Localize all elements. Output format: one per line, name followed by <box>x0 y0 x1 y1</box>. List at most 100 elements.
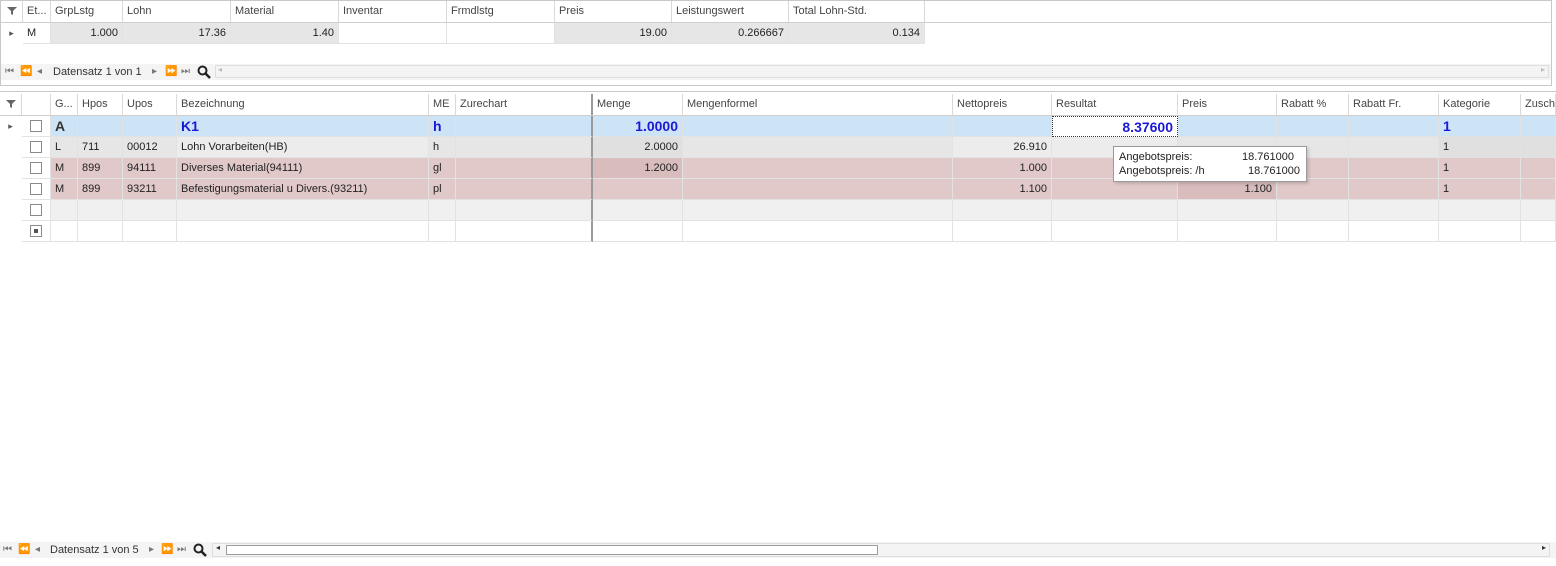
scroll-right-icon[interactable]: ▸ <box>1542 543 1546 552</box>
cell-preis[interactable] <box>1178 116 1277 137</box>
cell-bezeichnung[interactable]: Diverses Material(94111) <box>177 158 429 179</box>
col-header-zurechart[interactable]: Zurechart <box>456 94 593 115</box>
table-row[interactable] <box>0 221 1556 242</box>
next-page-icon[interactable]: ⏩ <box>165 64 177 80</box>
cell-hpos[interactable]: 899 <box>78 179 123 200</box>
cell-kategorie[interactable]: 1 <box>1439 116 1521 137</box>
col-header-leistungswert[interactable]: Leistungswert <box>672 1 789 22</box>
cell-g[interactable]: A <box>51 116 78 137</box>
table-row[interactable]: L 711 00012 Lohn Vorarbeiten(HB) h 2.0000 26.9… <box>0 137 1556 158</box>
cell-mengenformel[interactable] <box>683 200 953 221</box>
cell-upos[interactable] <box>123 200 177 221</box>
cell-rabatt-prozent[interactable] <box>1277 221 1349 242</box>
col-header-rabatt-prozent[interactable]: Rabatt % <box>1277 94 1349 115</box>
cell-me[interactable] <box>429 221 456 242</box>
col-header-grplstg[interactable]: GrpLstg <box>51 1 123 22</box>
scroll-left-icon[interactable]: ◂ <box>216 543 220 552</box>
cell-mengenformel[interactable] <box>683 137 953 158</box>
col-header-upos[interactable]: Upos <box>123 94 177 115</box>
cell-upos[interactable] <box>123 116 177 137</box>
cell-mengenformel[interactable] <box>683 221 953 242</box>
filter-icon[interactable] <box>1 1 23 22</box>
cell-preis[interactable]: 19.00 <box>555 23 672 44</box>
row-checkbox[interactable] <box>30 183 42 195</box>
cell-zurechart[interactable] <box>456 116 593 137</box>
cell-bezeichnung[interactable]: K1 <box>177 116 429 137</box>
cell-zurechart[interactable] <box>456 137 593 158</box>
cell-g[interactable]: M <box>51 179 78 200</box>
last-icon[interactable]: ⏭ <box>177 542 186 558</box>
cell-menge[interactable]: 1.0000 <box>593 116 683 137</box>
table-row[interactable] <box>0 200 1556 221</box>
cell-preis[interactable] <box>1178 221 1277 242</box>
cell-me[interactable]: h <box>429 137 456 158</box>
cell-g[interactable]: L <box>51 137 78 158</box>
col-header-g[interactable]: G... <box>51 94 78 115</box>
cell-resultat[interactable]: 8.37600 <box>1052 116 1178 137</box>
prev-page-icon[interactable]: ⏪ <box>20 64 32 80</box>
cell-et[interactable]: M <box>23 23 51 44</box>
row-checkbox[interactable] <box>30 120 42 132</box>
col-header-frmdlstg[interactable]: Frmdlstg <box>447 1 555 22</box>
col-header-bezeichnung[interactable]: Bezeichnung <box>177 94 429 115</box>
first-icon[interactable]: ⏮ <box>3 542 12 558</box>
scroll-right-icon[interactable]: ▸ <box>1541 65 1545 74</box>
cell-grplstg[interactable]: 1.000 <box>51 23 123 44</box>
cell-preis[interactable] <box>1178 200 1277 221</box>
cell-upos[interactable]: 00012 <box>123 137 177 158</box>
cell-rabatt-fr[interactable] <box>1349 158 1439 179</box>
cell-hpos[interactable]: 711 <box>78 137 123 158</box>
row-checkbox[interactable] <box>30 204 42 216</box>
table-row[interactable]: ▸ M 1.000 17.36 1.40 19.00 0.266667 0.13… <box>1 23 925 44</box>
cell-upos[interactable]: 93211 <box>123 179 177 200</box>
cell-frmdlstg[interactable] <box>447 23 555 44</box>
cell-zusch[interactable] <box>1521 200 1556 221</box>
col-header-resultat[interactable]: Resultat <box>1052 94 1178 115</box>
col-header-preis[interactable]: Preis <box>1178 94 1277 115</box>
next-icon[interactable]: ▸ <box>149 542 154 558</box>
cell-mengenformel[interactable] <box>683 179 953 200</box>
cell-nettopreis[interactable] <box>953 116 1052 137</box>
cell-rabatt-prozent[interactable] <box>1277 116 1349 137</box>
cell-material[interactable]: 1.40 <box>231 23 339 44</box>
cell-menge[interactable] <box>593 179 683 200</box>
cell-zurechart[interactable] <box>456 158 593 179</box>
cell-nettopreis[interactable] <box>953 221 1052 242</box>
cell-rabatt-prozent[interactable] <box>1277 200 1349 221</box>
filter-icon[interactable] <box>0 94 22 115</box>
cell-hpos[interactable] <box>78 200 123 221</box>
cell-bezeichnung[interactable]: Befestigungsmaterial u Divers.(93211) <box>177 179 429 200</box>
cell-lohn[interactable]: 17.36 <box>123 23 231 44</box>
col-header-rabatt-fr[interactable]: Rabatt Fr. <box>1349 94 1439 115</box>
cell-nettopreis[interactable]: 26.910 <box>953 137 1052 158</box>
cell-menge[interactable] <box>593 221 683 242</box>
col-header-hpos[interactable]: Hpos <box>78 94 123 115</box>
table-row[interactable]: ▸ A K1 h 1.0000 8.37600 1 <box>0 116 1556 137</box>
col-header-total-lohn-std[interactable]: Total Lohn-Std. <box>789 1 925 22</box>
cell-total-lohn-std[interactable]: 0.134 <box>789 23 925 44</box>
cell-rabatt-prozent[interactable] <box>1277 179 1349 200</box>
cell-zusch[interactable] <box>1521 116 1556 137</box>
col-header-zusch[interactable]: Zusch <box>1521 94 1556 115</box>
col-header-lohn[interactable]: Lohn <box>123 1 231 22</box>
cell-zurechart[interactable] <box>456 200 593 221</box>
cell-g[interactable] <box>51 200 78 221</box>
col-header-inventar[interactable]: Inventar <box>339 1 447 22</box>
table-row[interactable]: M 899 93211 Befestigungsmaterial u Divers.(… <box>0 179 1556 200</box>
cell-zusch[interactable] <box>1521 158 1556 179</box>
col-header-checkbox[interactable] <box>22 94 51 115</box>
cell-g[interactable]: M <box>51 158 78 179</box>
cell-bezeichnung[interactable]: Lohn Vorarbeiten(HB) <box>177 137 429 158</box>
cell-nettopreis[interactable]: 1.100 <box>953 179 1052 200</box>
cell-leistungswert[interactable]: 0.266667 <box>672 23 789 44</box>
prev-page-icon[interactable]: ⏪ <box>18 542 30 558</box>
cell-rabatt-fr[interactable] <box>1349 137 1439 158</box>
next-page-icon[interactable]: ⏩ <box>161 542 173 558</box>
cell-me[interactable]: gl <box>429 158 456 179</box>
cell-kategorie[interactable]: 1 <box>1439 158 1521 179</box>
cell-preis[interactable]: 1.100 <box>1178 179 1277 200</box>
cell-zusch[interactable] <box>1521 179 1556 200</box>
row-checkbox[interactable] <box>30 141 42 153</box>
cell-resultat[interactable] <box>1052 221 1178 242</box>
next-icon[interactable]: ▸ <box>152 64 157 80</box>
